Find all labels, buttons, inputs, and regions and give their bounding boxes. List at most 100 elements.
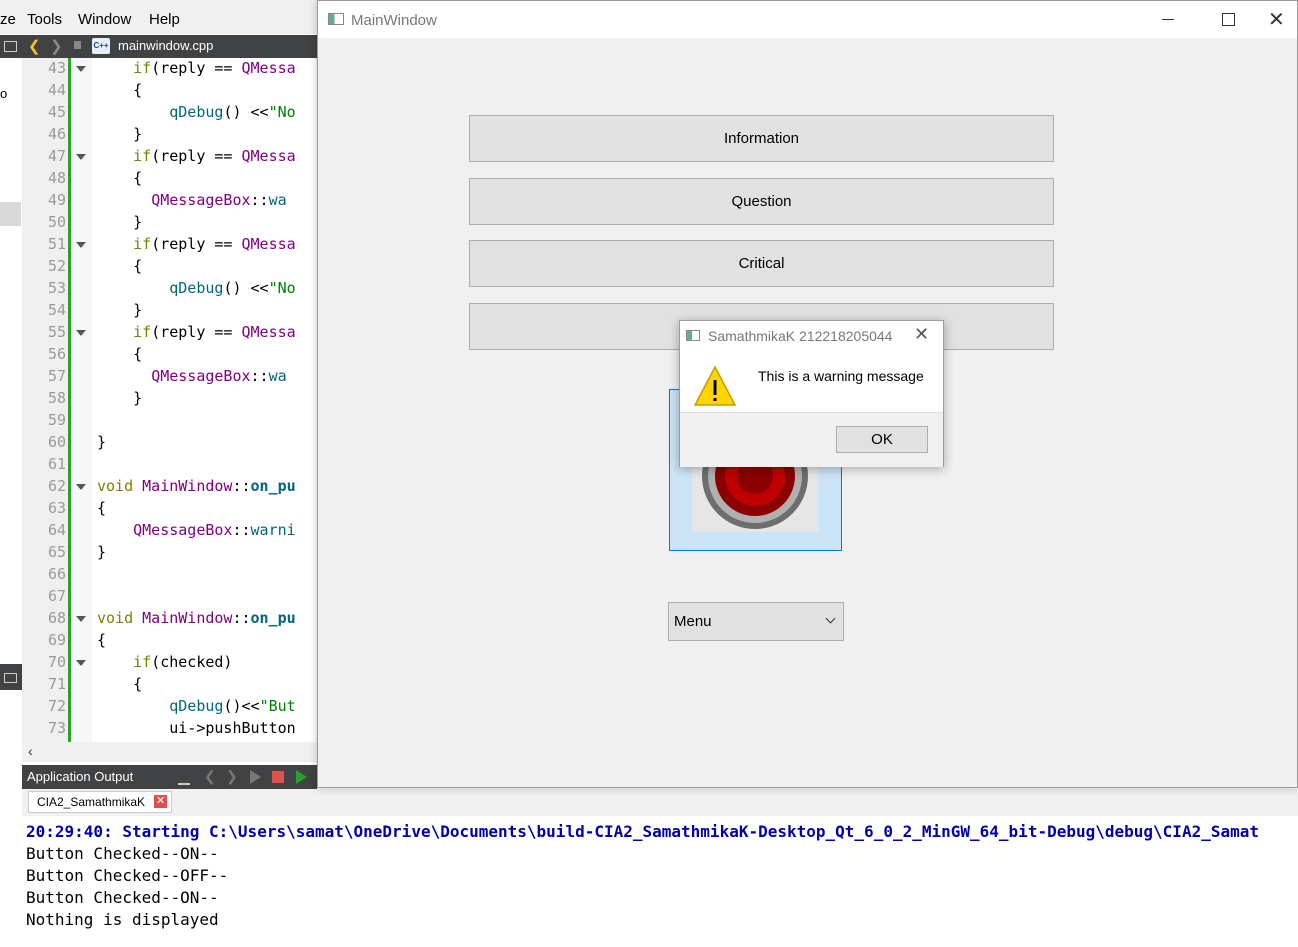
sidebar-selected-item[interactable] bbox=[0, 202, 21, 226]
code-token: qDebug bbox=[169, 697, 224, 715]
code-token: QMessa bbox=[241, 323, 296, 341]
line-number: 72 bbox=[47, 697, 66, 715]
fold-arrow-icon[interactable] bbox=[76, 484, 86, 490]
line-number: 63 bbox=[47, 499, 66, 517]
line-number: 55 bbox=[47, 323, 66, 341]
code-token: ()<< bbox=[223, 697, 260, 715]
close-tab-icon[interactable]: ✕ bbox=[154, 795, 168, 808]
code-token: QMessageBox bbox=[151, 191, 251, 209]
split-icon[interactable] bbox=[4, 41, 17, 52]
code-token: qDebug bbox=[169, 103, 224, 121]
combo-value: Menu bbox=[674, 613, 712, 630]
line-number: 47 bbox=[47, 147, 66, 165]
line-number: 52 bbox=[47, 257, 66, 275]
forward-arrow-icon[interactable]: ❯ bbox=[50, 37, 63, 55]
line-number: 45 bbox=[47, 103, 66, 121]
code-editor[interactable]: if(reply == QMessa { qDebug() <<"No } if… bbox=[92, 58, 317, 742]
output-line: Nothing is displayed bbox=[26, 910, 219, 929]
fold-arrow-icon[interactable] bbox=[76, 330, 86, 336]
code-token: wa bbox=[268, 367, 287, 385]
code-token: :: bbox=[232, 609, 251, 627]
fold-arrow-icon[interactable] bbox=[76, 616, 86, 622]
menu-combobox[interactable]: Menu bbox=[668, 602, 844, 641]
dialog-titlebar[interactable]: SamathmikaK 212218205044 ✕ bbox=[680, 321, 943, 351]
line-number: 67 bbox=[47, 587, 66, 605]
code-line: void MainWindow::on_pu bbox=[97, 609, 296, 627]
line-number: 43 bbox=[47, 59, 66, 77]
maximize-icon[interactable] bbox=[1222, 13, 1235, 26]
menu-analyze[interactable]: ze bbox=[0, 11, 16, 28]
dialog-message: This is a warning message bbox=[758, 368, 924, 384]
back-arrow-icon[interactable]: ❮ bbox=[28, 37, 41, 55]
code-token: (reply == bbox=[151, 147, 242, 165]
line-number: 44 bbox=[47, 81, 66, 99]
prev-icon[interactable]: ❮ bbox=[204, 768, 216, 785]
information-button[interactable]: Information bbox=[469, 115, 1054, 162]
changed-lines-marker bbox=[68, 58, 71, 742]
code-token: "No bbox=[268, 103, 296, 121]
line-number: 62 bbox=[47, 477, 66, 495]
output-line: Button Checked--OFF-- bbox=[26, 866, 229, 885]
next-icon[interactable]: ❯ bbox=[226, 768, 238, 785]
fold-arrow-icon[interactable] bbox=[76, 660, 86, 666]
code-line: } bbox=[97, 213, 142, 231]
question-button[interactable]: Question bbox=[469, 178, 1054, 225]
code-token: { bbox=[97, 345, 143, 363]
ok-button[interactable]: OK bbox=[836, 426, 928, 453]
code-token: QMessa bbox=[241, 147, 296, 165]
fold-arrow-icon[interactable] bbox=[76, 154, 86, 160]
dialog-close-icon[interactable]: ✕ bbox=[914, 324, 929, 345]
line-number: 58 bbox=[47, 389, 66, 407]
code-token: { bbox=[97, 631, 107, 649]
close-icon[interactable]: ✕ bbox=[1268, 7, 1285, 32]
split-icon[interactable] bbox=[4, 673, 17, 683]
code-token: } bbox=[97, 543, 107, 561]
code-line: { bbox=[97, 257, 142, 275]
clear-icon[interactable] bbox=[178, 771, 190, 785]
code-token: } bbox=[97, 213, 143, 231]
fold-arrow-icon[interactable] bbox=[76, 242, 86, 248]
code-token: (reply == bbox=[151, 235, 242, 253]
code-line: } bbox=[97, 433, 106, 451]
code-token: void bbox=[97, 477, 134, 495]
scroll-left-icon[interactable]: ‹ bbox=[28, 743, 33, 759]
code-line: { bbox=[97, 631, 106, 649]
main-window-title: MainWindow bbox=[351, 12, 437, 29]
code-line: QMessageBox::warni bbox=[97, 521, 296, 539]
fold-arrow-icon[interactable] bbox=[76, 66, 86, 72]
line-number: 48 bbox=[47, 169, 66, 187]
code-token: { bbox=[97, 499, 107, 517]
line-number: 65 bbox=[47, 543, 66, 561]
stop-icon[interactable] bbox=[272, 771, 284, 783]
output-pane-toolbar: Application Output ❮ ❯ bbox=[22, 765, 317, 789]
application-output[interactable]: 20:29:40: Starting C:\Users\samat\OneDri… bbox=[22, 816, 1298, 947]
code-line: if(checked) bbox=[97, 653, 232, 671]
run-icon[interactable] bbox=[250, 770, 261, 784]
code-token: (reply == bbox=[151, 323, 242, 341]
menu-help[interactable]: Help bbox=[149, 11, 180, 28]
dialog-title: SamathmikaK 212218205044 bbox=[708, 328, 893, 344]
main-window-titlebar[interactable]: MainWindow ✕ bbox=[318, 1, 1297, 38]
minimize-icon[interactable] bbox=[1162, 19, 1174, 20]
code-line: { bbox=[97, 169, 142, 187]
panel-splitter[interactable] bbox=[0, 664, 22, 690]
menu-tools[interactable]: Tools bbox=[27, 11, 62, 28]
window-app-icon bbox=[328, 13, 344, 25]
horizontal-scrollbar[interactable]: ‹ bbox=[22, 742, 317, 762]
menu-window[interactable]: Window bbox=[78, 11, 131, 28]
code-token: ui->pushButton bbox=[97, 719, 296, 737]
critical-button[interactable]: Critical bbox=[469, 240, 1054, 287]
code-token: qDebug bbox=[169, 279, 224, 297]
line-number: 60 bbox=[47, 433, 66, 451]
code-line: if(reply == QMessa bbox=[97, 147, 296, 165]
output-line: 20:29:40: Starting C:\Users\samat\OneDri… bbox=[26, 822, 1259, 841]
output-tab[interactable]: CIA2_SamathmikaK ✕ bbox=[28, 791, 173, 813]
debug-run-icon[interactable] bbox=[296, 770, 307, 784]
file-tab-label[interactable]: mainwindow.cpp bbox=[118, 38, 213, 53]
